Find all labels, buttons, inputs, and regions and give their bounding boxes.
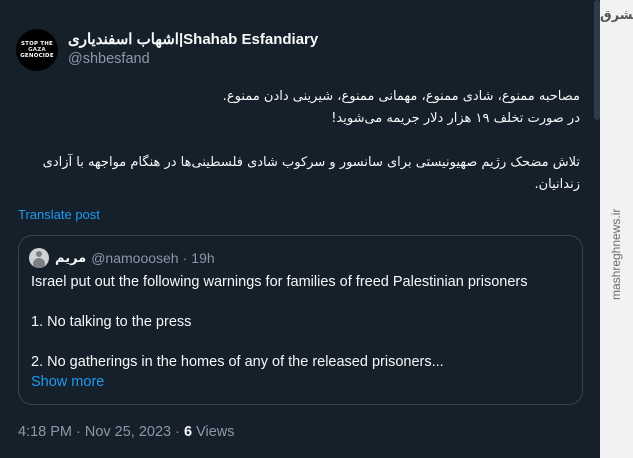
quoted-paragraph-break bbox=[31, 292, 571, 312]
watermark-logo: مشرق bbox=[600, 8, 633, 23]
tweet-container: STOP THE GAZA GENOCIDE اشهاب اسفندیاری|S… bbox=[0, 0, 600, 458]
avatar-shoulders-shape bbox=[33, 258, 45, 268]
tweet-line: در صورت تخلف ۱۹ هزار دلار جریمه می‌شوید! bbox=[331, 111, 580, 126]
avatar-logo-text: STOP THE GAZA GENOCIDE bbox=[20, 41, 54, 59]
watermark-strip: مشرق mashreghnews.ir bbox=[600, 0, 633, 458]
meta-separator: · bbox=[175, 424, 180, 440]
quoted-tweet-card[interactable]: مریم @namoooseh · 19h Israel put out the f… bbox=[18, 235, 583, 405]
translate-post-link[interactable]: Translate post bbox=[18, 207, 100, 222]
author-handle[interactable]: @shbesfand bbox=[68, 51, 150, 67]
quoted-paragraph: Israel put out the following warnings fo… bbox=[31, 274, 528, 290]
avatar-head-shape bbox=[36, 251, 42, 257]
tweet-time[interactable]: 4:18 PM bbox=[18, 424, 72, 440]
show-more-link[interactable]: Show more bbox=[31, 374, 104, 390]
quoted-author-meta: @namoooseh · 19h bbox=[91, 250, 214, 266]
quoted-paragraph-break bbox=[31, 332, 571, 352]
views-label: Views bbox=[196, 424, 235, 440]
tweet-timestamp-row: 4:18 PM · Nov 25, 2023 · 6 Views bbox=[18, 424, 234, 440]
author-name-row[interactable]: اشهاب اسفندیاری|Shahab Esfandiary bbox=[68, 30, 318, 48]
quoted-author-name[interactable]: مریم bbox=[55, 251, 86, 266]
tweet-line: زندانیان. bbox=[534, 177, 580, 192]
watermark-site-url: mashreghnews.ir bbox=[609, 208, 623, 300]
tweet-line: تلاش مضحک رژیم صهیونیستی برای سانسور و س… bbox=[42, 155, 580, 170]
quoted-author-handle[interactable]: @namoooseh bbox=[91, 250, 178, 266]
quoted-paragraph: 2. No gatherings in the homes of any of … bbox=[31, 354, 444, 370]
author-display-name[interactable]: اشهاب اسفندیاری|Shahab Esfandiary bbox=[68, 30, 318, 48]
quoted-tweet-time[interactable]: 19h bbox=[191, 250, 214, 266]
meta-separator: · bbox=[182, 250, 188, 266]
views-count: 6 bbox=[183, 424, 193, 440]
quoted-tweet-text: Israel put out the following warnings fo… bbox=[31, 272, 571, 372]
meta-separator: · bbox=[76, 424, 81, 440]
quoted-tweet-header: مریم @namoooseh · 19h bbox=[29, 248, 215, 268]
tweet-date[interactable]: Nov 25, 2023 bbox=[85, 424, 171, 440]
author-avatar[interactable]: STOP THE GAZA GENOCIDE bbox=[16, 29, 58, 71]
tweet-line: مصاحبه ممنوع، شادی ممنوع، مهمانی ممنوع، … bbox=[222, 89, 580, 104]
tweet-line-break bbox=[20, 130, 580, 152]
quoted-author-avatar[interactable] bbox=[29, 248, 49, 268]
tweet-text: مصاحبه ممنوع، شادی ممنوع، مهمانی ممنوع، … bbox=[20, 86, 580, 196]
quoted-paragraph: 1. No talking to the press bbox=[31, 314, 192, 330]
